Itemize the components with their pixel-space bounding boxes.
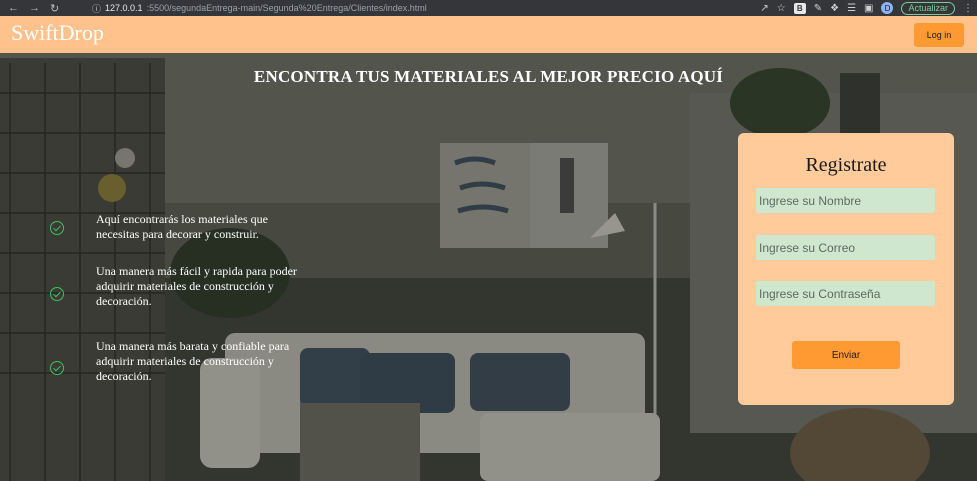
share-icon[interactable]: ↗ [760,3,768,14]
puzzle-icon[interactable]: ❖ [830,3,839,14]
sidebar-icon[interactable]: ▣ [864,3,873,14]
register-title: Registrate [805,154,887,176]
hero-title: ENCONTRA TUS MATERIALES AL MEJOR PRECIO … [253,67,724,86]
site-header: SwiftDrop Log in [0,16,977,53]
update-button[interactable]: Actualizar [901,1,955,15]
browser-nav: ← → ↻ [0,2,92,15]
register-form: Registrate Enviar [738,133,954,405]
email-input[interactable] [756,235,935,260]
login-button[interactable]: Log in [914,23,964,47]
arrow-left-icon[interactable]: ← [8,2,19,15]
feature-text: Una manera más barata y confiable para a… [96,339,290,383]
brand-logo[interactable]: SwiftDrop [11,20,104,46]
extension-icon[interactable]: B [793,2,806,14]
info-icon[interactable]: ⓘ [92,2,101,15]
url-host: 127.0.0.1 [105,3,143,13]
address-bar[interactable]: ⓘ 127.0.0.1:5500/segundaEntrega-main/Seg… [92,2,760,15]
kebab-menu-icon[interactable]: ⋮ [963,3,973,14]
browser-tools: ↗ ☆ B ✎ ❖ ☰ ▣ D Actualizar ⋮ [760,1,977,15]
url-path: :5500/segundaEntrega-main/Segunda%20Entr… [146,3,427,13]
check-circle-icon [50,287,64,301]
arrow-right-icon[interactable]: → [29,2,40,15]
feature-text: Aquí encontrarás los materiales que nece… [96,212,268,241]
name-input[interactable] [756,188,935,213]
profile-avatar[interactable]: D [881,2,894,14]
submit-button[interactable]: Enviar [792,341,900,369]
pen-icon[interactable]: ✎ [814,3,822,14]
feature-text: Una manera más fácil y rapida para poder… [96,264,297,308]
password-input[interactable] [756,281,935,306]
check-circle-icon [50,221,64,235]
reload-icon[interactable]: ↻ [50,2,59,15]
check-circle-icon [50,361,64,375]
reading-list-icon[interactable]: ☰ [847,3,856,14]
star-icon[interactable]: ☆ [777,3,786,14]
browser-toolbar: ← → ↻ ⓘ 127.0.0.1:5500/segundaEntrega-ma… [0,0,977,16]
